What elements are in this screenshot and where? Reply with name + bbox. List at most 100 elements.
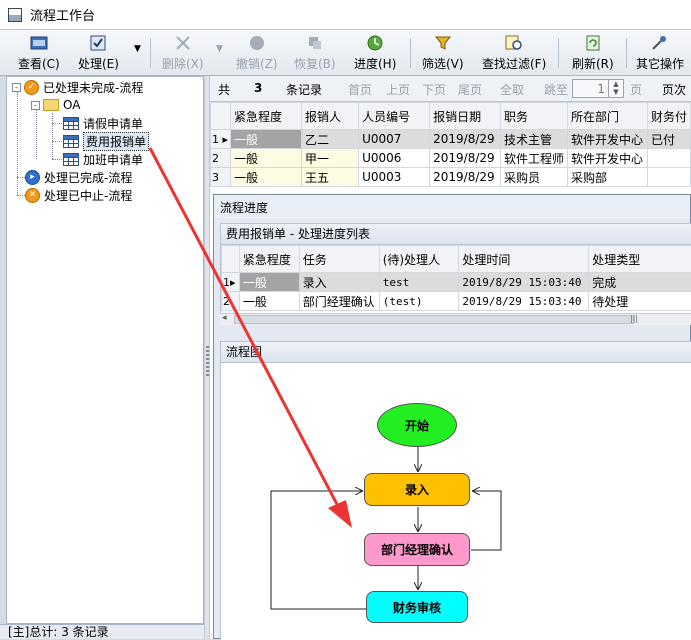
row-number[interactable]: 1 ▸	[211, 130, 231, 149]
refresh-button[interactable]: 刷新(R)	[572, 34, 614, 72]
tree-node-oa[interactable]: - OA	[31, 96, 80, 114]
table-row[interactable]: 2 一般 部门经理确认 (test) 2019/8/29 15:03:40 待处…	[222, 292, 691, 311]
table-cell[interactable]: 一般	[230, 130, 301, 149]
table-cell[interactable]: 2019/8/29 15:03:40	[459, 273, 589, 292]
column-header[interactable]: 财务付	[647, 103, 690, 130]
flow-node-start[interactable]: 开始	[377, 403, 457, 447]
restore-button[interactable]: 恢复(B)	[294, 34, 336, 72]
table-cell[interactable]: 王五	[301, 168, 358, 187]
table-row[interactable]: 1 ▸ 一般 乙二 U0007 2019/8/29 技术主管 软件开发中心 已付	[211, 130, 691, 149]
progress-button[interactable]: 进度(H)	[354, 34, 396, 72]
table-cell[interactable]: 软件工程师	[501, 149, 568, 168]
delete-dropdown-arrow[interactable]: ▼	[216, 44, 223, 54]
process-dropdown-arrow[interactable]: ▼	[134, 44, 141, 54]
tree-node-finished[interactable]: ▸ 处理已完成-流程	[25, 168, 132, 186]
tree-node-expense-claim[interactable]: 费用报销单	[63, 132, 149, 150]
table-cell[interactable]: U0003	[359, 168, 430, 187]
first-page-link[interactable]: 首页	[348, 81, 372, 98]
collapse-icon[interactable]: -	[31, 101, 40, 110]
row-number[interactable]: 2	[222, 292, 240, 311]
column-header[interactable]: (待)处理人	[379, 246, 459, 273]
tree-node-label: 加班申请单	[83, 151, 143, 168]
table-cell[interactable]: U0007	[359, 130, 430, 149]
row-number[interactable]: 3	[211, 168, 231, 187]
column-header[interactable]: 处理时间	[459, 246, 589, 273]
table-cell[interactable]: 甲一	[301, 149, 358, 168]
restore-icon	[306, 34, 324, 52]
process-button[interactable]: 处理(E)	[78, 34, 119, 72]
tree-node-aborted[interactable]: ✕ 处理已中止-流程	[25, 186, 132, 204]
table-cell[interactable]: 2019/8/29	[430, 168, 501, 187]
column-header[interactable]: 处理类型	[589, 246, 691, 273]
next-page-link[interactable]: 下页	[422, 81, 446, 98]
horizontal-scrollbar[interactable]: ◂ |||	[220, 313, 691, 325]
last-page-link[interactable]: 尾页	[458, 81, 482, 98]
table-cell[interactable]: 一般	[230, 149, 301, 168]
scrollbar-thumb[interactable]	[234, 315, 634, 324]
delete-button[interactable]: 删除(X)	[162, 34, 204, 72]
flow-node-entry[interactable]: 录入	[364, 473, 470, 506]
tree-connector	[17, 177, 25, 178]
table-row[interactable]: 1▸ 一般 录入 test 2019/8/29 15:03:40 完成	[222, 273, 691, 292]
table-cell[interactable]: 2019/8/29	[430, 149, 501, 168]
table-cell[interactable]	[647, 168, 690, 187]
table-cell[interactable]: 软件开发中心	[568, 130, 648, 149]
column-header[interactable]: 报销日期	[430, 103, 501, 130]
fetch-all-link[interactable]: 全取	[500, 81, 524, 98]
tree-connector	[52, 113, 53, 159]
other-ops-button[interactable]: 其它操作	[636, 34, 684, 72]
collapse-icon[interactable]: -	[12, 83, 21, 92]
tree-node-overtime-request[interactable]: 加班申请单	[63, 150, 143, 168]
find-filter-button[interactable]: 查找过滤(F)	[482, 34, 546, 72]
column-header[interactable]: 人员编号	[359, 103, 430, 130]
spin-arrows-icon[interactable]: ▲▼	[608, 80, 623, 97]
column-header[interactable]: 紧急程度	[230, 103, 301, 130]
table-cell[interactable]: 一般	[230, 168, 301, 187]
jump-to-link[interactable]: 跳至	[544, 81, 568, 98]
table-cell[interactable]: 已付	[647, 130, 690, 149]
table-cell[interactable]: (test)	[379, 292, 459, 311]
table-cell[interactable]: 乙二	[301, 130, 358, 149]
tree-node-unfinished[interactable]: - ✓ 已处理未完成-流程	[12, 78, 143, 96]
undo-button[interactable]: 撤销(Z)	[236, 34, 278, 72]
table-row[interactable]: 3 一般 王五 U0003 2019/8/29 采购员 采购部	[211, 168, 691, 187]
aborted-status-icon: ✕	[25, 188, 40, 203]
delete-label: 删除(X)	[162, 55, 204, 72]
splitter-grip[interactable]	[206, 346, 209, 376]
scrollbar-grip-icon: |||	[630, 314, 638, 323]
table-cell[interactable]: test	[379, 273, 459, 292]
row-number[interactable]: 2	[211, 149, 231, 168]
table-cell[interactable]: 技术主管	[501, 130, 568, 149]
filter-button[interactable]: 筛选(V)	[422, 34, 464, 72]
table-cell[interactable]: U0006	[359, 149, 430, 168]
table-cell[interactable]: 2019/8/29 15:03:40	[459, 292, 589, 311]
column-header[interactable]: 所在部门	[568, 103, 648, 130]
flow-node-finance-review[interactable]: 财务审核	[366, 591, 468, 623]
column-header[interactable]: 紧急程度	[239, 246, 299, 273]
table-cell[interactable]: 2019/8/29	[430, 130, 501, 149]
column-header[interactable]: 报销人	[301, 103, 358, 130]
table-row[interactable]: 2 一般 甲一 U0006 2019/8/29 软件工程师 软件开发中心	[211, 149, 691, 168]
prev-page-link[interactable]: 上页	[386, 81, 410, 98]
app-window-icon	[8, 8, 22, 22]
tree-node-leave-request[interactable]: 请假申请单	[63, 114, 143, 132]
column-header[interactable]: 任务	[299, 246, 379, 273]
table-cell[interactable]: 部门经理确认	[299, 292, 379, 311]
table-cell[interactable]: 一般	[239, 273, 299, 292]
table-cell[interactable]: 软件开发中心	[568, 149, 648, 168]
table-cell[interactable]: 采购员	[501, 168, 568, 187]
table-cell[interactable]: 完成	[589, 273, 691, 292]
column-header[interactable]: 职务	[501, 103, 568, 130]
table-cell[interactable]	[647, 149, 690, 168]
form-grid-icon	[63, 117, 79, 130]
row-number[interactable]: 1▸	[222, 273, 240, 292]
table-cell[interactable]: 待处理	[589, 292, 691, 311]
table-cell[interactable]: 采购部	[568, 168, 648, 187]
refresh-icon	[584, 34, 602, 52]
table-cell[interactable]: 一般	[239, 292, 299, 311]
page-number-stepper[interactable]: 1 ▲▼	[572, 79, 624, 98]
scroll-left-icon[interactable]: ◂	[222, 313, 227, 323]
table-cell[interactable]: 录入	[299, 273, 379, 292]
view-button[interactable]: 查看(C)	[18, 34, 60, 72]
flow-node-manager-confirm[interactable]: 部门经理确认	[364, 533, 470, 566]
